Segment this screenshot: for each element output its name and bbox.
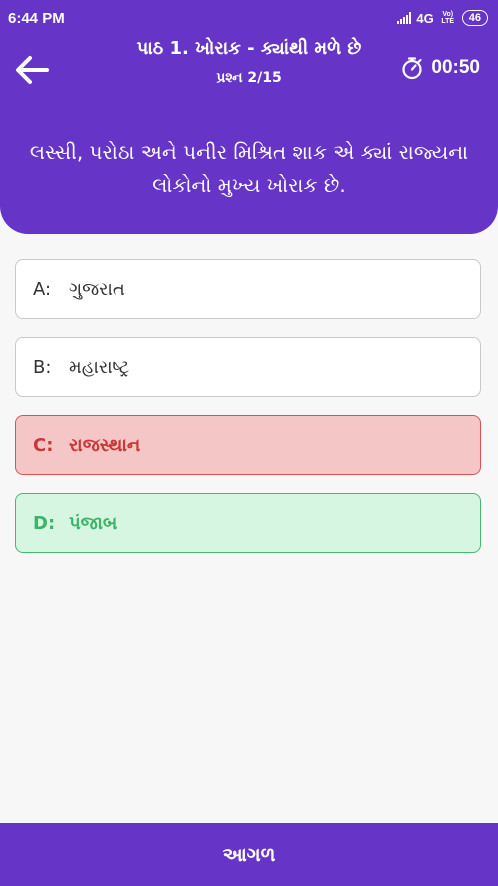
lesson-title: પાઠ 1. ખોરાક - ક્યાંથી મળે છે	[136, 38, 362, 59]
status-time: 6:44 PM	[8, 10, 65, 27]
option-letter: A:	[33, 278, 52, 300]
status-icons: 4G Vo) LTE 46	[397, 8, 488, 28]
signal-icon	[397, 12, 412, 24]
next-button[interactable]: આગળ	[0, 823, 498, 886]
option-d-correct[interactable]: D: પંજાબ	[15, 493, 481, 553]
option-letter: D:	[33, 512, 56, 534]
timer: 00:50	[401, 56, 480, 80]
battery-level: 46	[468, 12, 481, 24]
volte-label: Vo) LTE	[441, 11, 455, 25]
status-bar: 6:44 PM 4G Vo) LTE 46	[0, 0, 498, 38]
back-button[interactable]	[12, 50, 52, 90]
network-label: 4G	[416, 10, 434, 26]
stopwatch-icon	[402, 57, 422, 80]
next-button-label: આગળ	[222, 843, 276, 866]
option-letter: C:	[33, 434, 54, 456]
arrow-left-icon	[16, 56, 49, 84]
option-text: મહારાષ્ટ્ર	[69, 356, 130, 378]
question-counter: પ્રશ્ન 2/15	[216, 70, 282, 86]
timer-value: 00:50	[431, 57, 480, 78]
option-text: પંજાબ	[69, 512, 118, 534]
options-list: A: ગુજરાત B: મહારાષ્ટ્ર C: રાજસ્થાન D: પ…	[15, 259, 481, 571]
option-a[interactable]: A: ગુજરાત	[15, 259, 481, 319]
option-text: ગુજરાત	[69, 278, 125, 300]
header: 6:44 PM 4G Vo) LTE 46 પાઠ 1. ખોરાક - ક્ય…	[0, 0, 498, 234]
question-text: લસ્સી, પરોઠા અને પનીર મિશ્રિત શાક એ ક્યા…	[29, 140, 469, 197]
option-c-wrong[interactable]: C: રાજસ્થાન	[15, 415, 481, 475]
option-text: રાજસ્થાન	[69, 434, 141, 456]
battery-icon: 46	[461, 10, 488, 26]
option-letter: B:	[33, 356, 52, 378]
option-b[interactable]: B: મહારાષ્ટ્ર	[15, 337, 481, 397]
